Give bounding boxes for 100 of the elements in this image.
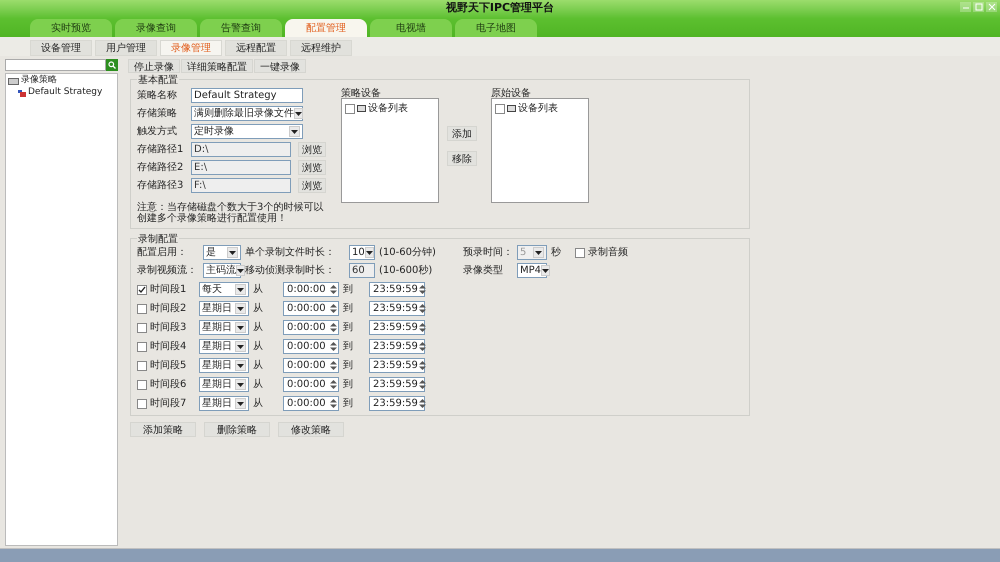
main-tab[interactable]: 告警查询 bbox=[200, 19, 282, 37]
dropdown-caret-icon bbox=[237, 402, 244, 406]
field-label: 时间段7 bbox=[150, 396, 186, 411]
checkbox[interactable] bbox=[137, 360, 147, 370]
dropdown[interactable]: 星期日 bbox=[199, 377, 249, 392]
field-label: 存储路径2 bbox=[137, 160, 184, 175]
field-label: 配置启用： bbox=[137, 246, 188, 260]
device-list-icon bbox=[357, 105, 366, 112]
window-title: 视野天下IPC管理平台 bbox=[446, 0, 554, 16]
time-spinner[interactable]: 0:00:00 bbox=[283, 301, 339, 316]
dropdown[interactable]: 定时录像 bbox=[191, 124, 303, 139]
sub-tab[interactable]: 远程配置 bbox=[225, 40, 287, 56]
field-label: 录像类型 bbox=[463, 264, 504, 278]
input-field[interactable]: D:\ bbox=[191, 142, 291, 157]
checkbox[interactable] bbox=[137, 380, 147, 390]
button[interactable]: 添加 bbox=[447, 126, 477, 141]
spinner-arrows-icon bbox=[329, 303, 338, 314]
dropdown[interactable]: MP4 bbox=[517, 263, 547, 278]
button[interactable]: 添加策略 bbox=[130, 422, 196, 437]
dropdown[interactable]: 是 bbox=[203, 245, 241, 260]
dropdown[interactable]: 星期日 bbox=[199, 320, 249, 335]
main-tab[interactable]: 电子地图 bbox=[455, 19, 537, 37]
time-spinner[interactable]: 0:00:00 bbox=[283, 396, 339, 411]
time-spinner[interactable]: 0:00:00 bbox=[283, 377, 339, 392]
dropdown[interactable]: 星期日 bbox=[199, 301, 249, 316]
input-field[interactable]: E:\ bbox=[191, 160, 291, 175]
main-tab[interactable]: 电视墙 bbox=[370, 19, 452, 37]
dropdown[interactable]: 10 bbox=[349, 245, 375, 260]
button[interactable]: 浏览 bbox=[298, 160, 326, 175]
field-label: 到 bbox=[343, 321, 354, 335]
checkbox[interactable] bbox=[137, 284, 147, 294]
checkbox[interactable] bbox=[137, 322, 147, 332]
dropdown[interactable]: 星期日 bbox=[199, 339, 249, 354]
group-title: 录制配置 bbox=[137, 232, 179, 247]
tree-item[interactable]: 设备列表 bbox=[518, 101, 558, 116]
button[interactable]: 移除 bbox=[447, 151, 477, 166]
field-label: 策略名称 bbox=[137, 89, 178, 103]
button[interactable]: 停止录像 bbox=[128, 59, 180, 73]
input-field[interactable]: F:\ bbox=[191, 178, 291, 193]
dropdown-caret-icon bbox=[535, 250, 542, 254]
checkbox[interactable] bbox=[137, 342, 147, 352]
tree-item[interactable]: Default Strategy bbox=[28, 86, 102, 100]
time-spinner[interactable]: 0:00:00 bbox=[283, 320, 339, 335]
search-icon[interactable] bbox=[106, 58, 118, 70]
dropdown-caret-icon bbox=[295, 112, 302, 116]
button[interactable]: 删除策略 bbox=[204, 422, 270, 437]
dropdown[interactable]: 每天 bbox=[199, 282, 249, 297]
field-label: 从 bbox=[253, 340, 264, 354]
dropdown[interactable]: 星期日 bbox=[199, 396, 249, 411]
time-spinner[interactable]: 23:59:59 bbox=[369, 339, 425, 354]
field-label: 到 bbox=[343, 397, 354, 411]
spinner-arrows-icon bbox=[418, 379, 427, 390]
time-spinner[interactable]: 0:00:00 bbox=[283, 358, 339, 373]
button[interactable]: 修改策略 bbox=[278, 422, 344, 437]
spinner-arrows-icon bbox=[418, 284, 427, 295]
field-label: 时间段6 bbox=[150, 378, 186, 392]
main-tab[interactable]: 实时预览 bbox=[30, 19, 112, 37]
spinner-arrows-icon bbox=[329, 322, 338, 333]
time-spinner[interactable]: 23:59:59 bbox=[369, 358, 425, 373]
button[interactable]: 详细策略配置 bbox=[181, 59, 253, 73]
device-list-icon bbox=[507, 105, 516, 112]
time-spinner[interactable]: 23:59:59 bbox=[369, 301, 425, 316]
field-label: (10-60分钟) bbox=[379, 246, 437, 260]
field-label: 从 bbox=[253, 282, 264, 297]
field-label: 到 bbox=[343, 378, 354, 392]
time-spinner[interactable]: 0:00:00 bbox=[283, 339, 339, 354]
field-label: 存储路径3 bbox=[137, 178, 184, 193]
tree-item[interactable]: 设备列表 bbox=[368, 101, 408, 116]
spinner-arrows-icon bbox=[329, 398, 338, 409]
button[interactable]: 一键录像 bbox=[254, 59, 306, 73]
checkbox[interactable] bbox=[575, 248, 585, 258]
input-field[interactable]: Default Strategy bbox=[191, 88, 303, 103]
panel-title: 原始设备 bbox=[491, 87, 532, 98]
field-label: 从 bbox=[253, 358, 264, 373]
checkbox[interactable] bbox=[137, 398, 147, 408]
time-spinner[interactable]: 23:59:59 bbox=[369, 396, 425, 411]
field-label: 时间段4 bbox=[150, 340, 186, 354]
time-spinner[interactable]: 23:59:59 bbox=[369, 282, 425, 297]
checkbox[interactable] bbox=[137, 304, 147, 314]
dropdown[interactable]: 满则删除最旧录像文件 bbox=[191, 106, 303, 121]
button[interactable]: 浏览 bbox=[298, 142, 326, 157]
field-label: 时间段3 bbox=[150, 320, 186, 335]
checkbox[interactable] bbox=[495, 104, 505, 114]
time-spinner[interactable]: 23:59:59 bbox=[369, 320, 425, 335]
spinner-arrows-icon bbox=[418, 303, 427, 314]
time-spinner[interactable]: 23:59:59 bbox=[369, 377, 425, 392]
sub-tab[interactable]: 远程维护 bbox=[290, 40, 352, 56]
folder-icon bbox=[8, 78, 19, 84]
field-label: 单个录制文件时长： bbox=[245, 246, 336, 260]
dropdown[interactable]: 星期日 bbox=[199, 358, 249, 373]
spinner-arrows-icon bbox=[329, 284, 338, 295]
sub-tab[interactable]: 用户管理 bbox=[95, 40, 157, 56]
tree-item[interactable]: 录像策略 bbox=[21, 74, 57, 88]
main-tab[interactable]: 录像查询 bbox=[115, 19, 197, 37]
time-spinner[interactable]: 0:00:00 bbox=[283, 282, 339, 297]
checkbox[interactable] bbox=[345, 104, 355, 114]
search-field[interactable] bbox=[5, 58, 106, 70]
button[interactable]: 浏览 bbox=[298, 178, 326, 193]
field-label: 录制视频流： bbox=[137, 264, 198, 278]
sub-tab[interactable]: 设备管理 bbox=[30, 40, 92, 56]
